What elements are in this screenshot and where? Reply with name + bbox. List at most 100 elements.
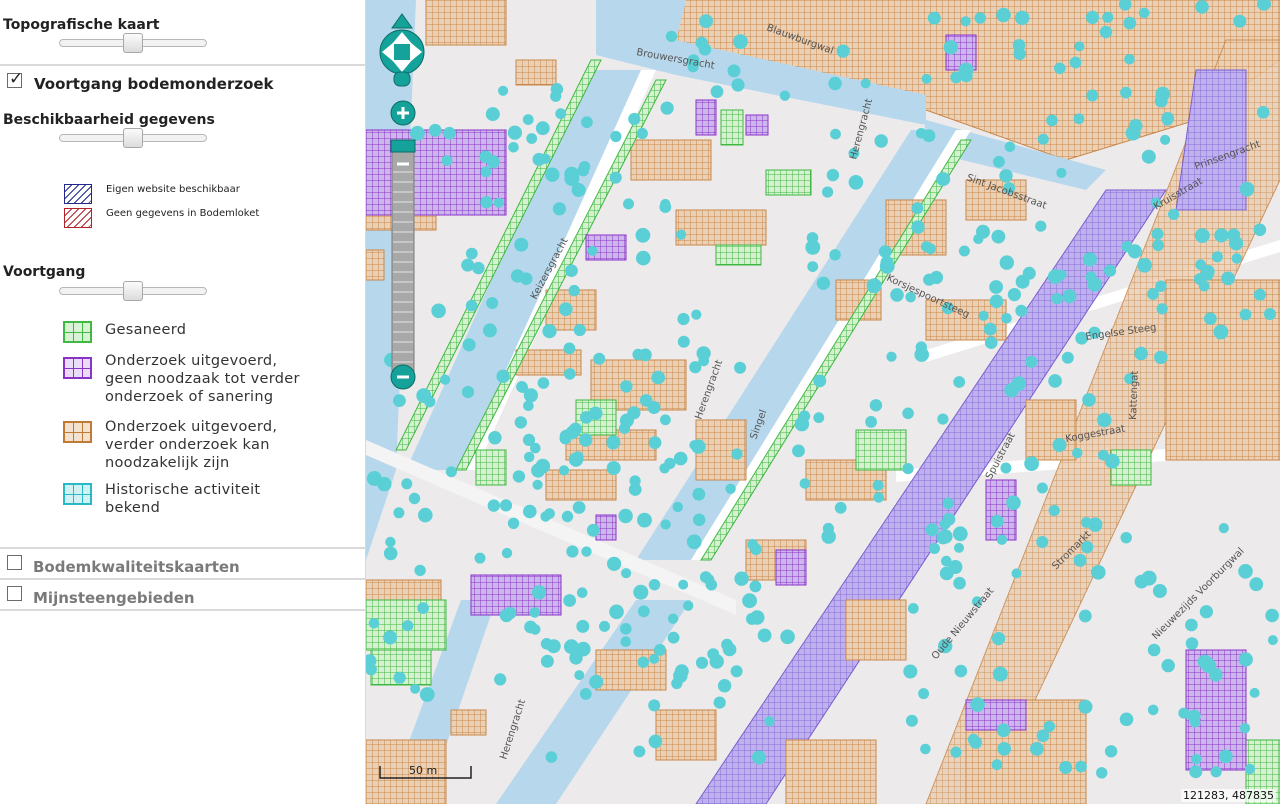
checkmark-icon: ✓ [9, 69, 24, 89]
historic-activity-dot [734, 571, 749, 586]
beschikbaarheid-opacity-slider[interactable] [59, 128, 207, 148]
historic-activity-dot [727, 64, 741, 78]
historic-activity-dot [929, 543, 940, 554]
zoom-slider[interactable] [390, 100, 416, 390]
historic-activity-dot [480, 166, 492, 178]
historic-activity-dot [848, 175, 864, 190]
historic-activity-dot [805, 240, 821, 255]
historic-activity-dot [683, 600, 694, 611]
historic-activity-dot [1151, 228, 1164, 240]
historic-activity-dot [523, 504, 537, 519]
historic-activity-dot [1211, 251, 1223, 263]
historic-activity-dot [648, 734, 663, 749]
historic-activity-dot [1214, 228, 1229, 243]
voortgang-layer-checkbox[interactable]: ✓ [7, 69, 23, 89]
historic-activity-dot [537, 377, 550, 389]
historic-activity-dot [648, 579, 661, 591]
historic-activity-dot [990, 514, 1004, 528]
historic-activity-dot [699, 571, 712, 583]
historic-activity-dot [860, 78, 871, 89]
historic-activity-dot [907, 603, 919, 614]
historic-activity-dot [1185, 637, 1199, 650]
historic-activity-dot [472, 261, 485, 275]
historic-activity-dot [959, 69, 973, 83]
bodemkwaliteitskaarten-checkbox[interactable] [7, 555, 22, 570]
historic-activity-dot [1195, 0, 1209, 14]
zoom-thumb[interactable] [390, 139, 416, 153]
historic-activity-dot [559, 302, 573, 317]
historic-activity-dot [911, 220, 925, 234]
historic-activity-dot [1178, 707, 1190, 719]
historic-activity-dot [978, 310, 989, 321]
eigen-website-swatch [64, 184, 92, 204]
historic-activity-dot [999, 169, 1013, 183]
historic-activity-dot [1024, 456, 1039, 471]
historic-activity-dot [886, 351, 897, 362]
historic-activity-dot [1249, 577, 1264, 592]
historic-activity-dot [499, 499, 513, 512]
historic-activity-dot [385, 536, 396, 548]
historic-activity-dot [609, 171, 622, 184]
historic-activity-dot [414, 564, 426, 577]
legend-historische-activiteit: Historische activiteit bekend [105, 481, 260, 517]
pan-up-arrow[interactable] [391, 13, 413, 29]
legend-line: Gesaneerd [105, 322, 187, 338]
historic-activity-dot [749, 610, 765, 625]
historic-activity-dot [393, 671, 406, 684]
historic-activity-dot [465, 299, 478, 312]
historic-activity-dot [1141, 570, 1157, 586]
historic-activity-dot [915, 128, 927, 139]
historic-activity-dot [566, 545, 579, 558]
historic-activity-dot [1199, 605, 1213, 619]
historic-activity-dot [493, 197, 504, 208]
historic-activity-dot [717, 679, 732, 693]
historic-activity-dot [1036, 729, 1050, 743]
historic-activity-dot [1004, 141, 1016, 153]
historic-activity-dot [692, 487, 706, 501]
voortgang-opacity-slider[interactable] [59, 281, 207, 301]
historic-activity-dot [676, 229, 687, 240]
historic-activity-dot [461, 258, 475, 272]
historic-activity-dot [620, 636, 631, 647]
historic-activity-dot [522, 114, 534, 125]
historic-activity-dot [874, 134, 888, 148]
mijnsteengebieden-label: Mijnsteengebieden [33, 589, 195, 607]
historic-activity-dot [581, 116, 593, 129]
historic-activity-dot [1256, 106, 1270, 119]
historic-activity-dot [1069, 56, 1082, 69]
slider-thumb[interactable] [123, 281, 143, 301]
historic-activity-dot [479, 150, 492, 163]
slider-thumb[interactable] [123, 33, 143, 53]
layer-panel: Topografische kaart ✓ Voortgang bodemond… [0, 0, 366, 804]
pan-down-button[interactable] [393, 71, 411, 87]
historic-activity-dot [695, 656, 709, 669]
historic-activity-dot [1119, 712, 1134, 727]
map-viewport[interactable]: Brouwersgracht Keizersgracht Herengracht… [366, 0, 1280, 804]
historic-activity-dot [692, 513, 706, 527]
historic-activity-dot [1056, 269, 1067, 280]
historic-activity-dot [927, 11, 941, 25]
historic-activity-dot [730, 665, 743, 678]
mijnsteengebieden-checkbox[interactable] [7, 586, 22, 601]
historic-activity-dot [691, 309, 702, 320]
historic-activity-dot [1121, 240, 1133, 253]
historic-activity-dot [569, 651, 583, 665]
historic-activity-dot [1048, 504, 1060, 517]
beschikbaarheid-title: Beschikbaarheid gegevens [3, 112, 215, 128]
historic-activity-dot [689, 440, 700, 451]
historic-activity-dot [865, 416, 877, 428]
topo-opacity-slider[interactable] [59, 33, 207, 53]
historic-activity-dot [731, 448, 743, 460]
historic-activity-dot [1138, 7, 1150, 19]
historic-activity-dot [571, 183, 586, 197]
historic-activity-dot [713, 696, 726, 709]
historic-activity-dot [960, 16, 971, 27]
historic-activity-dot [836, 44, 850, 58]
historic-activity-dot [950, 746, 962, 758]
historic-activity-dot [686, 534, 702, 550]
slider-thumb[interactable] [123, 128, 143, 148]
historic-activity-dot [1011, 568, 1022, 579]
historic-activity-dot [485, 107, 500, 122]
historic-activity-dot [568, 284, 580, 297]
historic-activity-dot [1052, 438, 1067, 452]
